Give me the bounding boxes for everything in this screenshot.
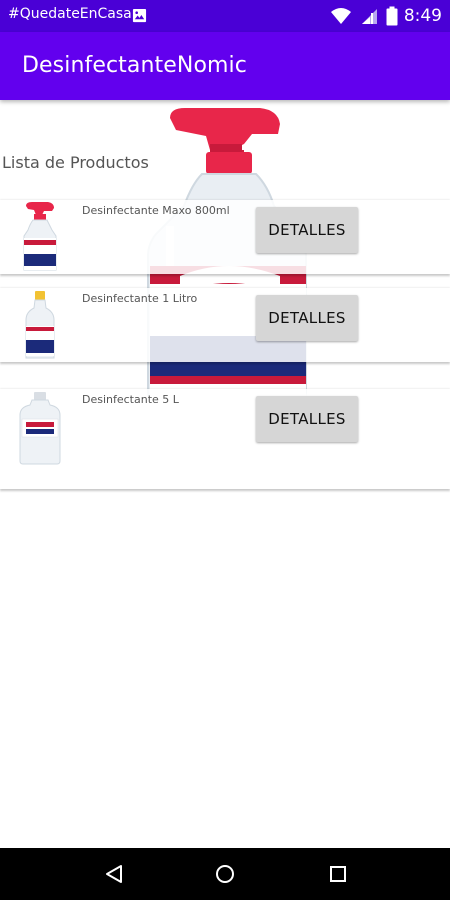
details-button[interactable]: DETALLES (256, 396, 358, 442)
product-card: Desinfectante 1 Litro DETALLES (0, 288, 450, 362)
clock: 8:49 (403, 6, 442, 26)
product-name: Desinfectante 5 L (82, 393, 179, 406)
details-button[interactable]: DETALLES (256, 207, 358, 253)
main-content: Lista de Productos Desinfectante Maxo 80… (0, 100, 450, 848)
home-icon[interactable] (213, 862, 237, 886)
signal-icon (361, 9, 377, 24)
spray-bottle-thumbnail (23, 202, 57, 271)
gallon-jug-thumbnail (19, 392, 61, 465)
status-icons: 8:49 (330, 5, 442, 27)
status-bar: #QuedateEnCasa 8:49 (0, 0, 450, 32)
product-card: Desinfectante Maxo 800ml DETALLES (0, 200, 450, 274)
product-card: Desinfectante 5 L DETALLES (0, 389, 450, 489)
notification-text: #QuedateEnCasa (8, 6, 132, 22)
navigation-bar (0, 848, 450, 900)
list-heading: Lista de Productos (2, 153, 149, 172)
recents-icon[interactable] (326, 862, 350, 886)
battery-icon (386, 6, 398, 26)
details-button[interactable]: DETALLES (256, 295, 358, 341)
app-title: DesinfectanteNomic (22, 53, 247, 78)
product-name: Desinfectante 1 Litro (82, 292, 198, 305)
app-bar: DesinfectanteNomic (0, 32, 450, 100)
image-icon (132, 8, 147, 23)
liter-bottle-thumbnail (25, 291, 55, 359)
product-name: Desinfectante Maxo 800ml (82, 204, 230, 217)
back-icon[interactable] (102, 862, 126, 886)
wifi-icon (330, 8, 351, 24)
